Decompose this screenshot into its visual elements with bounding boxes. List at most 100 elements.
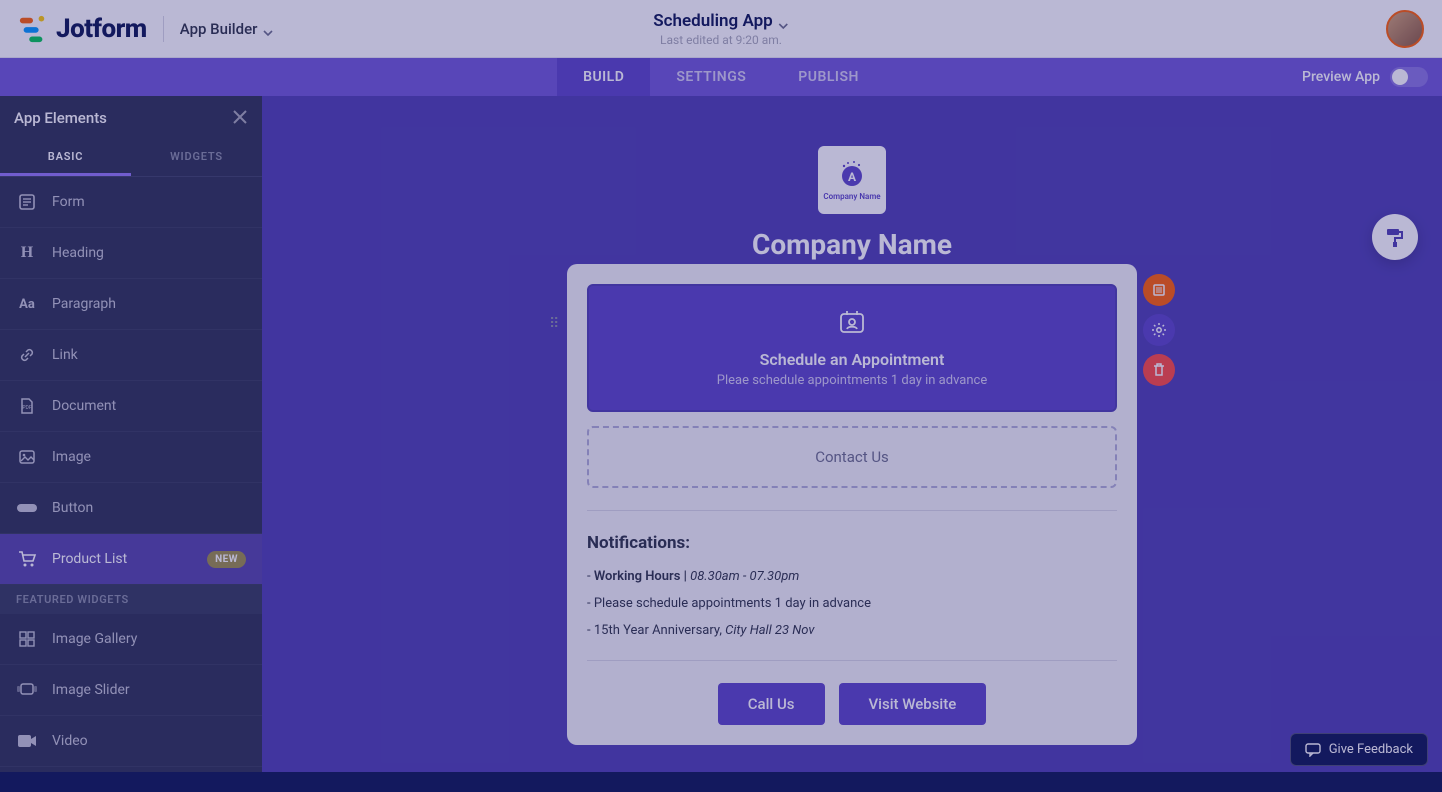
main-tabs: BUILD SETTINGS PUBLISH Preview App (0, 58, 1442, 96)
schedule-subtitle: Pleae schedule appointments 1 day in adv… (611, 373, 1093, 388)
sidebar-tab-basic[interactable]: BASIC (0, 140, 131, 176)
schedule-title: Schedule an Appointment (611, 350, 1093, 369)
preview-app-label: Preview App (1302, 69, 1380, 85)
company-name-heading[interactable]: Company Name (752, 228, 952, 261)
app-builder-dropdown[interactable]: App Builder (180, 20, 274, 38)
contact-us-card[interactable]: Contact Us (587, 426, 1117, 488)
top-header: Jotform App Builder Scheduling App Last … (0, 0, 1442, 58)
element-document[interactable]: PDF Document (0, 381, 262, 432)
element-paragraph[interactable]: Aa Paragraph (0, 279, 262, 330)
document-icon: PDF (16, 395, 38, 417)
preview-app-toggle[interactable]: Preview App (1302, 67, 1428, 87)
app-card: ⠿ Schedule an Appointment Pleae schedule… (567, 264, 1137, 745)
element-label: Document (52, 398, 116, 414)
element-heading[interactable]: H Heading (0, 228, 262, 279)
svg-text:PDF: PDF (22, 405, 31, 411)
element-video[interactable]: Video (0, 716, 262, 767)
feedback-label: Give Feedback (1329, 742, 1413, 757)
element-image-gallery[interactable]: Image Gallery (0, 614, 262, 665)
sidebar-tab-widgets[interactable]: WIDGETS (131, 140, 262, 176)
element-form[interactable]: Form (0, 177, 262, 228)
svg-text:A: A (848, 170, 857, 184)
element-label: Button (52, 500, 93, 516)
chevron-down-icon (263, 24, 273, 34)
element-label: Heading (52, 245, 104, 261)
trash-icon (1152, 362, 1166, 378)
header-right (1386, 10, 1424, 48)
element-button[interactable]: Button (0, 483, 262, 534)
tab-publish[interactable]: PUBLISH (772, 58, 885, 96)
new-badge: NEW (207, 551, 246, 568)
company-logo-text: Company Name (823, 192, 880, 201)
chevron-down-icon (779, 16, 789, 26)
slider-icon (16, 679, 38, 701)
notification-line: - 15th Year Anniversary, City Hall 23 No… (587, 623, 1117, 638)
element-image[interactable]: Image (0, 432, 262, 483)
notifications-heading: Notifications: (587, 533, 1117, 553)
featured-widgets-label: FEATURED WIDGETS (0, 585, 262, 614)
sidebar-header: App Elements (0, 96, 262, 140)
element-label: Paragraph (52, 296, 116, 312)
give-feedback-button[interactable]: Give Feedback (1290, 733, 1428, 766)
tab-settings[interactable]: SETTINGS (650, 58, 772, 96)
toggle-switch[interactable] (1390, 67, 1428, 87)
visit-website-button[interactable]: Visit Website (839, 683, 987, 725)
link-icon (16, 344, 38, 366)
header-title-group: Scheduling App Last edited at 9:20 am. (653, 11, 788, 47)
element-label: Product List (52, 551, 127, 567)
list-icon (1151, 282, 1167, 298)
element-label: Image (52, 449, 91, 465)
sidebar-title: App Elements (14, 109, 107, 127)
divider (587, 510, 1117, 511)
element-label: Form (52, 194, 85, 210)
notification-line: - Working Hours | 08.30am - 07.30pm (587, 569, 1117, 584)
card-actions (1143, 274, 1175, 386)
app-title-dropdown[interactable]: Scheduling App (653, 11, 788, 31)
app-builder-label: App Builder (180, 20, 258, 38)
gallery-icon (16, 628, 38, 650)
tab-build[interactable]: BUILD (557, 58, 650, 96)
builder-canvas: A Company Name Company Name ⠿ (262, 96, 1442, 772)
form-icon (16, 191, 38, 213)
element-image-slider[interactable]: Image Slider (0, 665, 262, 716)
card-action-settings[interactable] (1143, 314, 1175, 346)
call-us-button[interactable]: Call Us (718, 683, 825, 725)
element-label: Video (52, 733, 88, 749)
element-label: Link (52, 347, 78, 363)
cta-row: Call Us Visit Website (587, 683, 1117, 725)
company-logo-icon: A (836, 158, 868, 190)
sidebar-tabs: BASIC WIDGETS (0, 140, 262, 177)
gear-icon (1151, 322, 1167, 338)
close-icon[interactable] (232, 106, 248, 130)
card-action-properties[interactable] (1143, 274, 1175, 306)
paragraph-icon: Aa (16, 293, 38, 315)
button-icon (16, 497, 38, 519)
brand-logo[interactable]: Jotform (18, 14, 147, 44)
schedule-appointment-card[interactable]: Schedule an Appointment Pleae schedule a… (587, 284, 1117, 412)
elements-list: Form H Heading Aa Paragraph Link PDF Doc… (0, 177, 262, 772)
element-label: Image Slider (52, 682, 130, 698)
notification-line: - Please schedule appointments 1 day in … (587, 596, 1117, 611)
drag-handle-icon[interactable]: ⠿ (549, 316, 559, 332)
cart-icon (16, 548, 38, 570)
contact-us-label: Contact Us (815, 448, 889, 466)
company-logo[interactable]: A Company Name (818, 146, 886, 214)
card-action-delete[interactable] (1143, 354, 1175, 386)
main-area: App Elements BASIC WIDGETS Form H Headin… (0, 96, 1442, 772)
heading-icon: H (16, 242, 38, 264)
image-icon (16, 446, 38, 468)
user-avatar[interactable] (1386, 10, 1424, 48)
header-divider (163, 16, 164, 42)
video-icon (16, 730, 38, 752)
jotform-logo-icon (18, 14, 48, 44)
paint-roller-icon (1384, 226, 1406, 248)
app-title: Scheduling App (653, 11, 772, 31)
elements-sidebar: App Elements BASIC WIDGETS Form H Headin… (0, 96, 262, 772)
element-product-list[interactable]: Product List NEW (0, 534, 262, 585)
brand-name: Jotform (56, 14, 147, 44)
divider (587, 660, 1117, 661)
contact-card-icon (838, 308, 866, 336)
edit-theme-button[interactable] (1372, 214, 1418, 260)
element-link[interactable]: Link (0, 330, 262, 381)
chat-icon (1305, 743, 1321, 757)
